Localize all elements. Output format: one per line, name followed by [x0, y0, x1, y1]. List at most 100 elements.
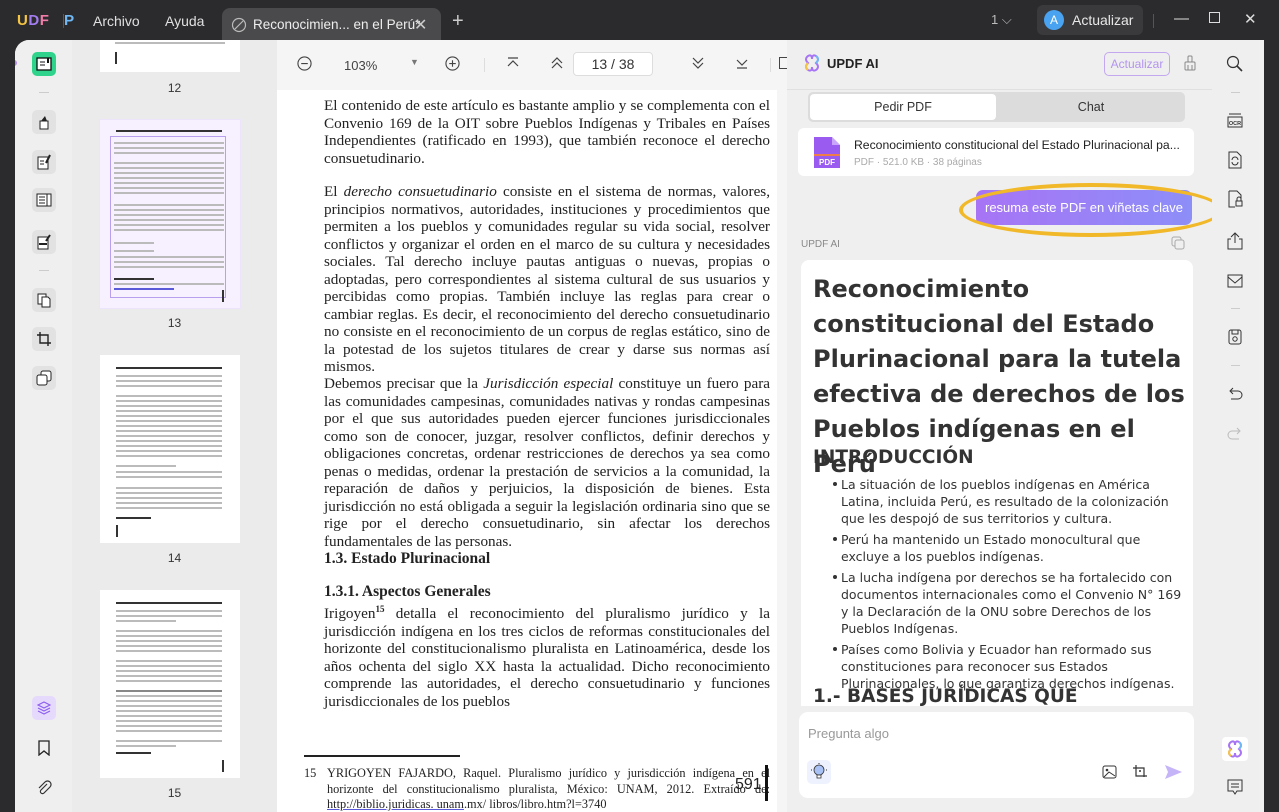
- crop-button[interactable]: [32, 327, 56, 351]
- edit-pen-icon: [231, 17, 247, 33]
- divider: [484, 58, 485, 72]
- sign-button[interactable]: [32, 230, 56, 254]
- divider: [63, 14, 64, 28]
- window-selector[interactable]: 1 ⌵: [991, 12, 1012, 28]
- attached-file-card[interactable]: PDF Reconocimiento constitucional del Es…: [798, 128, 1194, 176]
- tab-pedir-pdf[interactable]: Pedir PDF: [810, 94, 996, 120]
- ai-upgrade-button[interactable]: Actualizar: [1104, 52, 1170, 76]
- window-edge: [1264, 40, 1279, 812]
- book-icon: [36, 57, 52, 71]
- bookmark-icon: [38, 740, 50, 756]
- comment-icon[interactable]: [1226, 778, 1244, 796]
- ai-response: Reconocimiento constitucional del Estado…: [801, 260, 1193, 706]
- send-icon[interactable]: [1165, 765, 1182, 779]
- menu-ayuda[interactable]: Ayuda: [165, 13, 204, 29]
- compress-button[interactable]: [32, 366, 56, 390]
- section-heading: 1.3. Estado Plurinacional: [324, 550, 491, 567]
- footnote: 15 YRIGOYEN FAJARDO, Raquel. Pluralismo …: [304, 766, 770, 811]
- page-number-input[interactable]: 13 / 38: [573, 52, 653, 76]
- updf-logo: U P DF: [17, 12, 75, 29]
- reader-mode-button[interactable]: [32, 52, 56, 76]
- footnote-separator: [304, 755, 460, 757]
- screenshot-crop-icon[interactable]: [1132, 764, 1148, 780]
- paragraph: El contenido de este artículo es bastant…: [324, 97, 770, 167]
- minimize-button[interactable]: —: [1174, 10, 1189, 27]
- footnote-link[interactable]: http://biblio.juridicas. unam: [327, 797, 464, 811]
- paragraph: Debemos precisar que la Jurisdicción esp…: [324, 375, 771, 550]
- svg-text:OCR: OCR: [1229, 121, 1241, 127]
- thumbnail-panel: 12 13 14 15: [72, 40, 277, 812]
- attachment-button[interactable]: [32, 776, 56, 800]
- tab-chat[interactable]: Chat: [998, 94, 1184, 120]
- view-mode-icon[interactable]: [779, 57, 787, 69]
- first-page-icon[interactable]: [506, 56, 520, 70]
- thumbnail-label: 13: [167, 316, 182, 330]
- updf-ai-logo-icon: [1228, 740, 1242, 758]
- menu-archivo[interactable]: Archivo: [93, 13, 140, 29]
- viewer-toolbar: 103% ▼ 13 / 38: [277, 40, 787, 90]
- chevron-down-icon: ⌵: [1001, 12, 1012, 27]
- left-tool-rail: [15, 40, 72, 812]
- new-tab-button[interactable]: +: [452, 10, 464, 33]
- page-layout-button[interactable]: [32, 188, 56, 212]
- highlighter-tool-button[interactable]: [32, 110, 56, 134]
- response-bullets: La situación de los pueblos indígenas en…: [833, 476, 1186, 696]
- tab-title: Reconocimien... en el Perú*: [253, 17, 421, 32]
- save-icon[interactable]: [1226, 328, 1244, 346]
- layers-icon: [36, 701, 52, 715]
- next-page-icon[interactable]: [691, 56, 705, 70]
- pdf-viewer: 103% ▼ 13 / 38 El contenido de este artí…: [277, 40, 787, 812]
- title-bar: U P DF Archivo Ayuda Reconocimien... en el…: [0, 0, 1279, 42]
- thumbnail-label: 14: [167, 551, 182, 565]
- thumbnail-page-12[interactable]: [100, 40, 240, 72]
- edit-pdf-button[interactable]: [32, 150, 56, 174]
- lightbulb-icon: [811, 763, 827, 779]
- bookmark-button[interactable]: [32, 736, 56, 760]
- file-name: Reconocimiento constitucional del Estado…: [854, 138, 1180, 152]
- previous-page-icon[interactable]: [550, 56, 564, 70]
- ask-input[interactable]: Pregunta algo: [808, 726, 889, 741]
- divider: [1231, 365, 1240, 366]
- page-marker: [765, 765, 768, 801]
- last-page-icon[interactable]: [735, 56, 749, 70]
- zoom-in-icon[interactable]: [445, 56, 460, 71]
- avatar: A: [1044, 10, 1064, 30]
- clear-brush-icon[interactable]: [1184, 55, 1196, 71]
- close-tab-icon[interactable]: ✕: [414, 15, 427, 35]
- ocr-icon[interactable]: OCR: [1226, 112, 1244, 130]
- pdf-page: El contenido de este artículo es bastant…: [277, 90, 777, 812]
- pdf-file-icon: PDF: [814, 137, 840, 168]
- zoom-level[interactable]: 103%: [344, 58, 377, 73]
- document-tab[interactable]: Reconocimien... en el Perú* ✕: [222, 8, 441, 42]
- prompt-ideas-button[interactable]: [807, 760, 831, 784]
- close-window-button[interactable]: ✕: [1244, 10, 1257, 28]
- paragraph: El derecho consuetudinario consiste en e…: [324, 183, 771, 375]
- copy-icon[interactable]: [1171, 236, 1185, 250]
- email-icon[interactable]: [1226, 272, 1244, 290]
- updf-ai-button[interactable]: [1222, 737, 1248, 761]
- ask-input-box[interactable]: Pregunta algo: [799, 712, 1194, 798]
- image-upload-icon[interactable]: [1102, 765, 1117, 779]
- layers-button[interactable]: [32, 696, 56, 720]
- convert-icon[interactable]: [1226, 151, 1244, 169]
- thumbnail-page-14[interactable]: [100, 355, 240, 543]
- organize-pages-button[interactable]: [32, 288, 56, 312]
- highlighter-icon: [39, 116, 49, 130]
- zoom-dropdown-icon[interactable]: ▼: [410, 57, 419, 67]
- maximize-button[interactable]: [1209, 12, 1220, 23]
- divider: [1231, 92, 1240, 93]
- protect-icon[interactable]: [1226, 190, 1244, 208]
- list-item: Países como Bolivia y Ecuador han reform…: [833, 641, 1186, 692]
- thumbnail-page-15[interactable]: [100, 590, 240, 778]
- zoom-out-icon[interactable]: [297, 56, 312, 71]
- response-section-heading: 1.- BASES JURÍDICAS QUE: [813, 686, 1078, 706]
- undo-icon[interactable]: [1226, 386, 1244, 404]
- thumbnail-page-13[interactable]: [99, 119, 241, 309]
- ai-response-label: UPDF AI: [801, 239, 840, 250]
- highlight-annotation: [959, 183, 1223, 237]
- redo-icon[interactable]: [1226, 426, 1244, 444]
- account-upgrade-button[interactable]: A Actualizar: [1037, 5, 1143, 35]
- search-icon[interactable]: [1226, 55, 1244, 73]
- share-icon[interactable]: [1226, 232, 1244, 250]
- thumbnail-label: 12: [167, 81, 182, 95]
